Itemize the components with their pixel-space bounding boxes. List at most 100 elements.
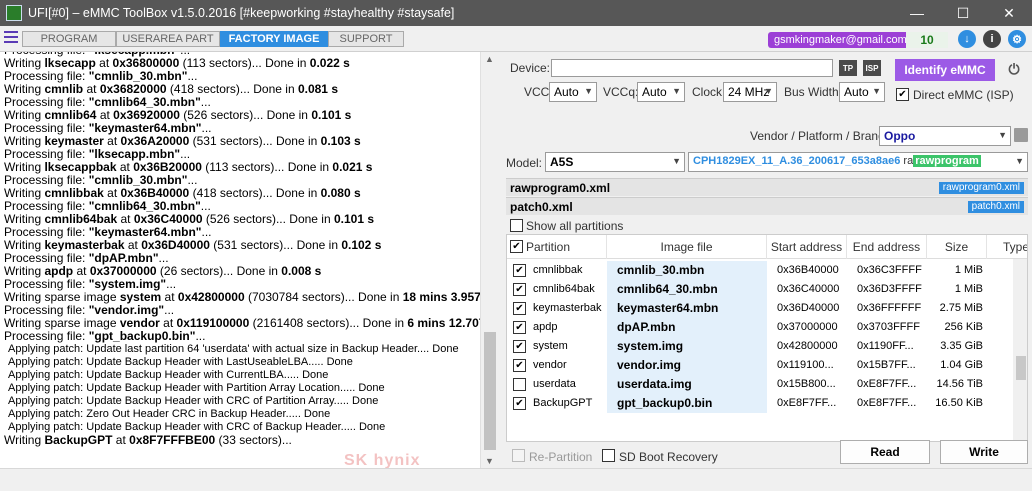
row-checkbox[interactable]: ✔ <box>513 321 526 334</box>
menu-icon[interactable] <box>4 31 18 45</box>
model-select[interactable]: A5S ▼ <box>545 152 685 172</box>
image-file: gpt_backup0.bin <box>607 394 767 413</box>
image-file: userdata.img <box>607 375 767 394</box>
col-type[interactable]: Type <box>987 235 1027 259</box>
vendor-select[interactable]: Oppo ▼ <box>879 126 1011 146</box>
tp-button[interactable]: TP <box>839 60 857 76</box>
power-icon[interactable]: ⏻ <box>1005 60 1023 78</box>
vcc-select[interactable]: Auto ▼ <box>549 82 597 102</box>
partition-name: cmnlib64bak <box>533 283 595 295</box>
device-input[interactable] <box>551 59 833 77</box>
partition-name: cmnlibbak <box>533 264 583 276</box>
identify-emmc-button[interactable]: Identify eMMC <box>895 59 995 81</box>
table-row[interactable]: ✔ BackupGPT gpt_backup0.bin 0xE8F7FF... 0xE8… <box>507 394 1027 413</box>
app-icon <box>6 5 22 21</box>
partition-size: 2.75 MiB <box>939 302 983 314</box>
model-label: Model: <box>506 156 543 170</box>
status-bar <box>0 468 1032 491</box>
clock-select[interactable]: 24 MHz ▼ <box>723 82 777 102</box>
image-file: vendor.img <box>607 356 767 375</box>
log-scrollbar[interactable]: ▲ ▼ <box>480 52 498 468</box>
col-start-address[interactable]: Start address <box>767 235 847 259</box>
row-checkbox[interactable]: ✔ <box>513 264 526 277</box>
table-row[interactable]: ✔ apdp dpAP.mbn 0x37000000 0x3703FFFF 256 KiB <box>507 318 1027 337</box>
start-address: 0x15B800... <box>777 378 836 390</box>
partition-size: 3.35 GiB <box>940 340 983 352</box>
partition-name: userdata <box>533 378 576 390</box>
close-button[interactable]: ✕ <box>986 0 1032 26</box>
col-size[interactable]: Size <box>927 235 987 259</box>
image-file: dpAP.mbn <box>607 318 767 337</box>
end-address: 0x36C3FFFF <box>857 264 922 276</box>
row-checkbox[interactable]: ✔ <box>513 302 526 315</box>
log-line: Processing file: "gpt_backup0.bin"... <box>4 329 206 343</box>
row-checkbox[interactable]: ✔ <box>513 359 526 372</box>
download-icon[interactable]: ↓ <box>958 30 976 48</box>
vendor-label: Vendor / Platform / Brand: <box>750 129 889 143</box>
partition-table: ✔ Partition Image file Start address End… <box>506 234 1028 442</box>
partition-size: 256 KiB <box>944 321 983 333</box>
bus-width-select[interactable]: Auto ▼ <box>839 82 885 102</box>
start-address: 0x36C40000 <box>777 283 840 295</box>
credit-count: 10 <box>906 32 948 48</box>
partition-name: apdp <box>533 321 558 333</box>
log-patch-line: Applying patch: Update last partition 64… <box>8 343 459 355</box>
end-address: 0x36FFFFFF <box>857 302 922 314</box>
tab-factory-image[interactable]: FACTORY IMAGE <box>220 31 328 47</box>
rawprogram-file-row[interactable]: rawprogram0.xml rawprogram0.xml <box>506 178 1028 196</box>
table-row[interactable]: userdata userdata.img 0x15B800... 0xE8F7FF.… <box>507 375 1027 394</box>
table-row[interactable]: ✔ keymasterbak keymaster64.mbn 0x36D40000 0x… <box>507 299 1027 318</box>
write-button[interactable]: Write <box>940 440 1028 464</box>
row-checkbox[interactable]: ✔ <box>513 283 526 296</box>
folder-icon[interactable] <box>1014 128 1028 142</box>
row-checkbox[interactable]: ✔ <box>513 340 526 353</box>
partition-size: 1 MiB <box>954 283 983 295</box>
row-checkbox[interactable]: ✔ <box>513 397 526 410</box>
firmware-suffix: ra <box>903 155 914 167</box>
info-icon[interactable]: i <box>983 30 1001 48</box>
table-row[interactable]: ✔ system system.img 0x42800000 0x1190FF... 3.… <box>507 337 1027 356</box>
vccq-select[interactable]: Auto ▼ <box>637 82 685 102</box>
col-partition[interactable]: Partition <box>526 235 607 259</box>
table-scrollbar[interactable] <box>1013 259 1027 441</box>
maximize-button[interactable]: ☐ <box>940 0 986 26</box>
col-end-address[interactable]: End address <box>847 235 927 259</box>
read-button[interactable]: Read <box>840 440 930 464</box>
image-file: system.img <box>607 337 767 356</box>
isp-button[interactable]: ISP <box>863 60 881 76</box>
table-row[interactable]: ✔ cmnlibbak cmnlib_30.mbn 0x36B40000 0x36C3F… <box>507 261 1027 280</box>
start-address: 0x119100... <box>777 359 834 371</box>
start-address: 0x37000000 <box>777 321 838 333</box>
tab-userarea-part[interactable]: USERAREA PART <box>116 31 220 47</box>
minimize-button[interactable]: — <box>894 0 940 26</box>
show-all-partitions-checkbox[interactable] <box>510 219 523 232</box>
end-address: 0x15B7FF... <box>857 359 916 371</box>
sd-boot-recovery-checkbox[interactable] <box>602 449 615 462</box>
start-address: 0x36D40000 <box>777 302 840 314</box>
log-patch-line: Applying patch: Update Backup Header wit… <box>8 356 353 368</box>
row-checkbox[interactable] <box>513 378 526 391</box>
patch-tag: patch0.xml <box>967 201 1024 213</box>
rawprogram-tag: rawprogram0.xml <box>938 182 1024 194</box>
select-all-checkbox[interactable]: ✔ <box>510 240 523 253</box>
re-partition-checkbox[interactable] <box>512 449 525 462</box>
chevron-down-icon: ▼ <box>672 156 681 166</box>
table-row[interactable]: ✔ cmnlib64bak cmnlib64_30.mbn 0x36C40000 0x3… <box>507 280 1027 299</box>
chevron-down-icon: ▼ <box>672 86 681 96</box>
direct-emmc-checkbox[interactable]: ✔ <box>896 88 909 101</box>
sd-boot-recovery-label: SD Boot Recovery <box>619 450 718 464</box>
log-patch-line: Applying patch: Update Backup Header wit… <box>8 395 379 407</box>
table-header: ✔ Partition Image file Start address End… <box>507 235 1027 259</box>
settings-icon[interactable]: ⚙ <box>1008 30 1026 48</box>
tab-program[interactable]: PROGRAM <box>22 31 116 47</box>
table-row[interactable]: ✔ vendor vendor.img 0x119100... 0x15B7FF... 1… <box>507 356 1027 375</box>
end-address: 0x1190FF... <box>857 340 914 352</box>
log-lines: Processing file: "lksecapp.mbn"...Writin… <box>4 52 495 447</box>
patch-file-row[interactable]: patch0.xml patch0.xml <box>506 197 1028 215</box>
show-all-partitions-label: Show all partitions <box>526 219 624 233</box>
firmware-select[interactable]: CPH1829EX_11_A.36_200617_653a8ae6 ra rawp… <box>688 152 1028 172</box>
col-image-file[interactable]: Image file <box>607 235 767 259</box>
end-address: 0xE8F7FF... <box>857 378 917 390</box>
tab-support[interactable]: SUPPORT <box>328 31 404 47</box>
end-address: 0xE8F7FF... <box>857 397 917 409</box>
